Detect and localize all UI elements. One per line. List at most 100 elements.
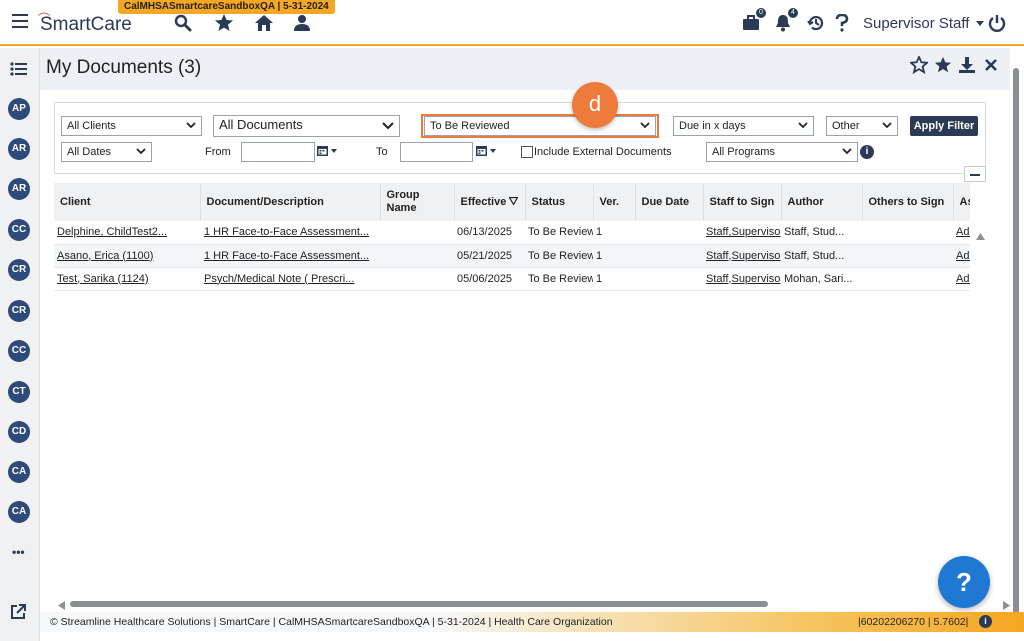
- column-header-due-date[interactable]: Due Date: [635, 183, 704, 221]
- dates-filter-select[interactable]: All Dates: [61, 142, 152, 162]
- client-link[interactable]: Delphine, ChildTest2...: [54, 221, 200, 245]
- author-cell: Mohan, Sari...: [781, 267, 862, 291]
- smartcare-logo[interactable]: ⌒ SmartCare: [38, 12, 132, 36]
- favorite-outline-icon[interactable]: [908, 54, 930, 75]
- calendar-icon[interactable]: [317, 145, 339, 160]
- documents-table: Client Document/Description Group Name E…: [54, 183, 970, 597]
- effective-cell: 06/13/2025: [454, 221, 525, 245]
- client-avatar[interactable]: CD: [8, 421, 30, 443]
- due-date-cell: [635, 244, 703, 268]
- help-question-icon[interactable]: [831, 12, 853, 34]
- staff-to-sign-link[interactable]: Staff,Superviso: [703, 267, 781, 291]
- footer-organization: Health Care Organization: [494, 616, 613, 628]
- status-cell: To Be Review: [525, 244, 593, 268]
- hamburger-menu-icon[interactable]: [12, 14, 28, 28]
- add-link[interactable]: Add: [953, 221, 970, 245]
- to-label: To: [376, 146, 388, 158]
- table-row: Delphine, ChildTest2... 1 HR Face-to-Fac…: [54, 221, 970, 245]
- scroll-left-arrow[interactable]: [58, 599, 66, 613]
- popout-icon[interactable]: [10, 604, 26, 623]
- client-avatar[interactable]: CA: [8, 461, 30, 483]
- client-avatar[interactable]: CC: [8, 219, 30, 241]
- column-header-assign[interactable]: As: [953, 183, 970, 221]
- horizontal-scrollbar[interactable]: [70, 601, 768, 607]
- page-title: My Documents (3): [46, 57, 202, 78]
- document-link[interactable]: Psych/Medical Note ( Prescri...: [200, 267, 380, 291]
- notification-count-badge: 4: [788, 8, 798, 18]
- column-header-group-name[interactable]: Group Name: [380, 183, 455, 221]
- star-icon[interactable]: [934, 56, 952, 74]
- documents-filter-select[interactable]: All Documents: [213, 115, 400, 137]
- scroll-right-arrow[interactable]: [1003, 599, 1011, 613]
- power-icon[interactable]: [986, 12, 1008, 34]
- status-cell: To Be Review: [525, 267, 593, 291]
- user-menu-dropdown[interactable]: Supervisor Staff: [863, 15, 984, 32]
- others-to-sign-cell: [862, 221, 953, 245]
- status-cell: To Be Review: [525, 221, 593, 245]
- client-avatar[interactable]: AP: [8, 98, 30, 120]
- column-header-others-to-sign[interactable]: Others to Sign: [862, 183, 954, 221]
- column-header-effective[interactable]: Effective: [454, 183, 526, 221]
- help-fab-button[interactable]: ?: [938, 556, 990, 608]
- client-avatar[interactable]: CR: [8, 300, 30, 322]
- include-external-checkbox[interactable]: [521, 146, 533, 158]
- filter-panel: [54, 102, 986, 174]
- star-icon[interactable]: [213, 12, 235, 34]
- footer-copyright: © Streamline Healthcare Solutions | Smar…: [50, 616, 495, 628]
- top-navigation-bar: CalMHSASmartcareSandboxQA | 5-31-2024 ⌒ S…: [0, 0, 1024, 46]
- calendar-icon[interactable]: [476, 145, 498, 160]
- from-label: From: [205, 146, 231, 158]
- from-date-input[interactable]: [241, 142, 315, 162]
- column-header-status[interactable]: Status: [525, 183, 594, 221]
- column-header-document[interactable]: Document/Description: [200, 183, 381, 221]
- briefcase-count-badge: 0: [756, 8, 766, 18]
- staff-to-sign-link[interactable]: Staff,Superviso: [703, 221, 781, 245]
- effective-cell: 05/21/2025: [454, 244, 525, 268]
- history-icon[interactable]: [805, 12, 827, 34]
- client-avatar[interactable]: CR: [8, 259, 30, 281]
- client-avatar[interactable]: CA: [8, 501, 30, 523]
- client-avatar[interactable]: CT: [8, 381, 30, 403]
- table-row: Test, Sarika (1124) Psych/Medical Note (…: [54, 267, 970, 291]
- due-filter-select[interactable]: Due in x days: [673, 116, 814, 136]
- status-filter-highlight: [421, 114, 659, 138]
- client-avatar[interactable]: AR: [8, 178, 30, 200]
- left-client-rail: AP AR AR CC CR CR CC CT CD CA CA •••: [0, 48, 40, 641]
- info-icon[interactable]: i: [860, 145, 874, 159]
- list-icon[interactable]: [10, 62, 28, 79]
- apply-filter-button[interactable]: Apply Filter: [910, 116, 978, 136]
- client-avatar[interactable]: AR: [8, 138, 30, 160]
- bell-icon[interactable]: 4: [772, 8, 798, 34]
- user-icon[interactable]: [291, 12, 313, 34]
- collapse-filter-button[interactable]: [964, 166, 986, 182]
- add-link[interactable]: Add: [953, 244, 970, 268]
- download-icon[interactable]: [958, 56, 976, 74]
- programs-filter-select[interactable]: All Programs: [706, 142, 858, 162]
- staff-to-sign-link[interactable]: Staff,Superviso: [703, 244, 781, 268]
- effective-cell: 05/06/2025: [454, 267, 525, 291]
- version-cell: 1: [593, 244, 635, 268]
- client-link[interactable]: Test, Sarika (1124): [54, 267, 200, 291]
- client-link[interactable]: Asano, Erica (1100): [54, 244, 200, 268]
- home-icon[interactable]: [253, 12, 275, 34]
- column-header-staff-to-sign[interactable]: Staff to Sign: [703, 183, 782, 221]
- briefcase-icon[interactable]: 0: [740, 8, 766, 34]
- search-icon[interactable]: [172, 12, 194, 34]
- to-date-input[interactable]: [400, 142, 473, 162]
- column-header-client[interactable]: Client: [54, 183, 201, 221]
- table-scroll-up-arrow[interactable]: [976, 229, 985, 243]
- document-link[interactable]: 1 HR Face-to-Face Assessment...: [200, 221, 380, 245]
- add-link[interactable]: Add: [953, 267, 970, 291]
- footer-info-icon[interactable]: i: [979, 615, 992, 628]
- vertical-scrollbar[interactable]: [1013, 68, 1019, 620]
- column-header-author[interactable]: Author: [781, 183, 863, 221]
- author-cell: Staff, Stud...: [781, 221, 862, 245]
- client-avatar[interactable]: CC: [8, 340, 30, 362]
- document-link[interactable]: 1 HR Face-to-Face Assessment...: [200, 244, 380, 268]
- client-filter-select[interactable]: All Clients: [61, 116, 202, 136]
- table-row: Asano, Erica (1100) 1 HR Face-to-Face As…: [54, 244, 970, 268]
- close-icon[interactable]: [984, 56, 1002, 74]
- other-filter-select[interactable]: Other: [826, 116, 898, 136]
- column-header-version[interactable]: Ver.: [593, 183, 636, 221]
- more-clients-button[interactable]: •••: [12, 545, 25, 559]
